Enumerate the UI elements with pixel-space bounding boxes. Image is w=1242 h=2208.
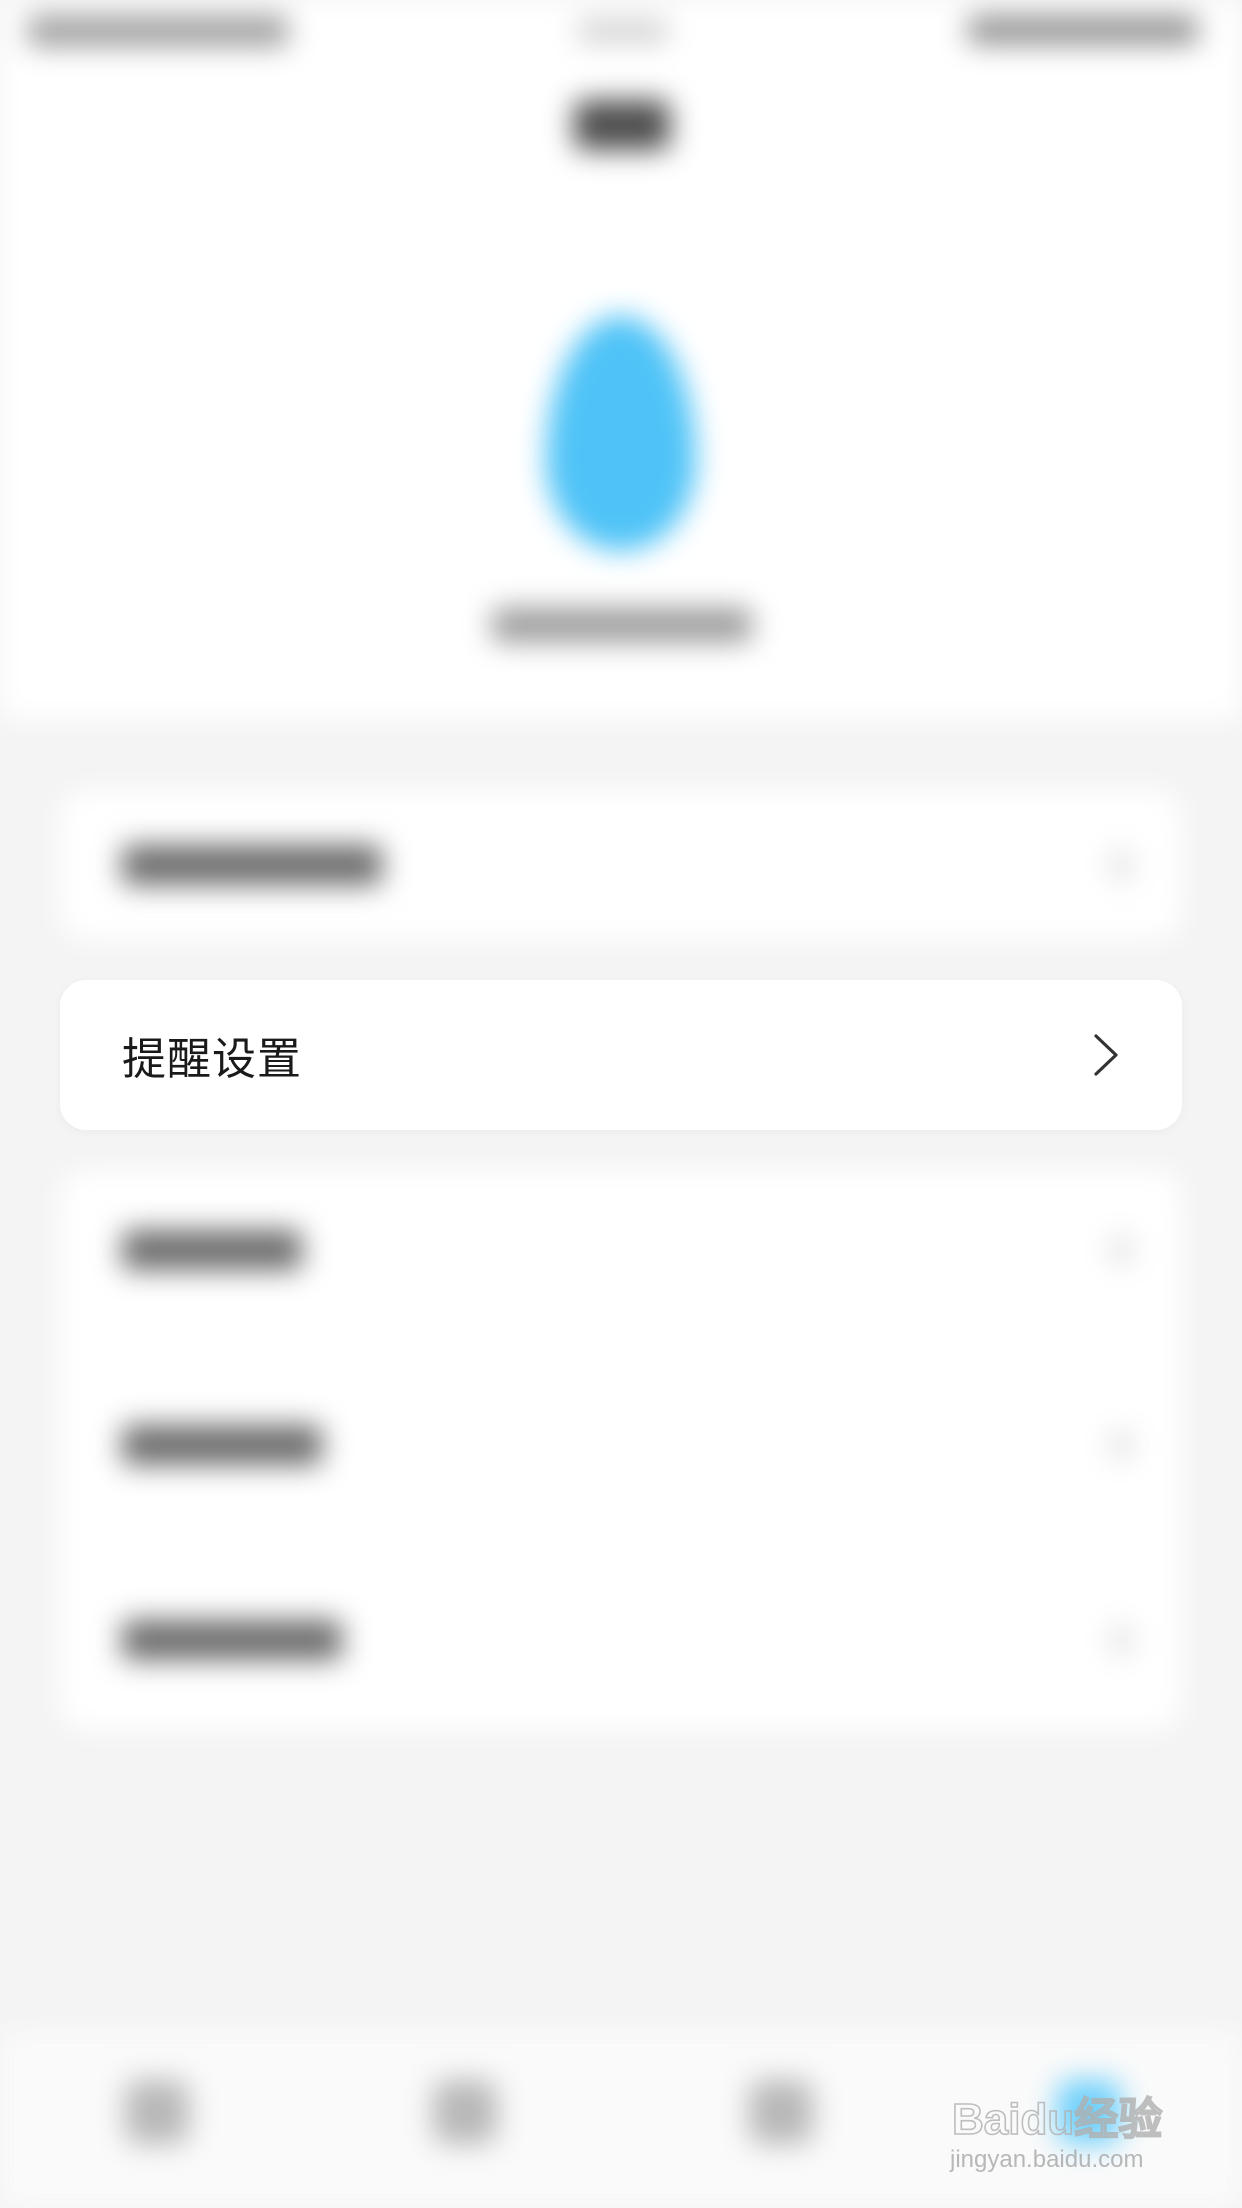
hero-caption-placeholder <box>492 608 752 642</box>
settings-row-1 <box>60 790 1182 940</box>
watermark: Baidu经验 jingyan.baidu.com <box>950 2090 1190 2190</box>
chevron-right-icon <box>1094 1034 1118 1076</box>
settings-row-3-label <box>122 1425 322 1465</box>
reminder-settings-row[interactable]: 提醒设置 <box>60 980 1182 1130</box>
chevron-right-icon <box>1112 1236 1130 1264</box>
nav-record-icon <box>749 2080 813 2144</box>
nav-home-icon <box>125 2080 189 2144</box>
status-center-placeholder <box>578 20 668 42</box>
status-bar <box>0 0 1242 64</box>
page-title-placeholder <box>574 100 670 150</box>
baidu-jingyan-logo: Baidu经验 <box>951 2094 1163 2145</box>
status-icons-placeholder <box>968 16 1198 44</box>
status-time-placeholder <box>28 16 288 46</box>
settings-row-2-label <box>122 1230 302 1270</box>
watermark-url: jingyan.baidu.com <box>950 2146 1144 2173</box>
reminder-settings-label: 提醒设置 <box>122 1034 302 1085</box>
settings-row-4-label <box>122 1620 342 1660</box>
settings-group <box>60 1170 1182 1730</box>
chevron-right-icon <box>1112 1626 1130 1654</box>
nav-explore-icon <box>433 2080 497 2144</box>
settings-row-1-label <box>122 845 382 885</box>
chevron-right-icon <box>1112 851 1130 879</box>
svg-text:Baidu经验: Baidu经验 <box>952 2095 1162 2144</box>
chevron-right-icon <box>1112 1431 1130 1459</box>
